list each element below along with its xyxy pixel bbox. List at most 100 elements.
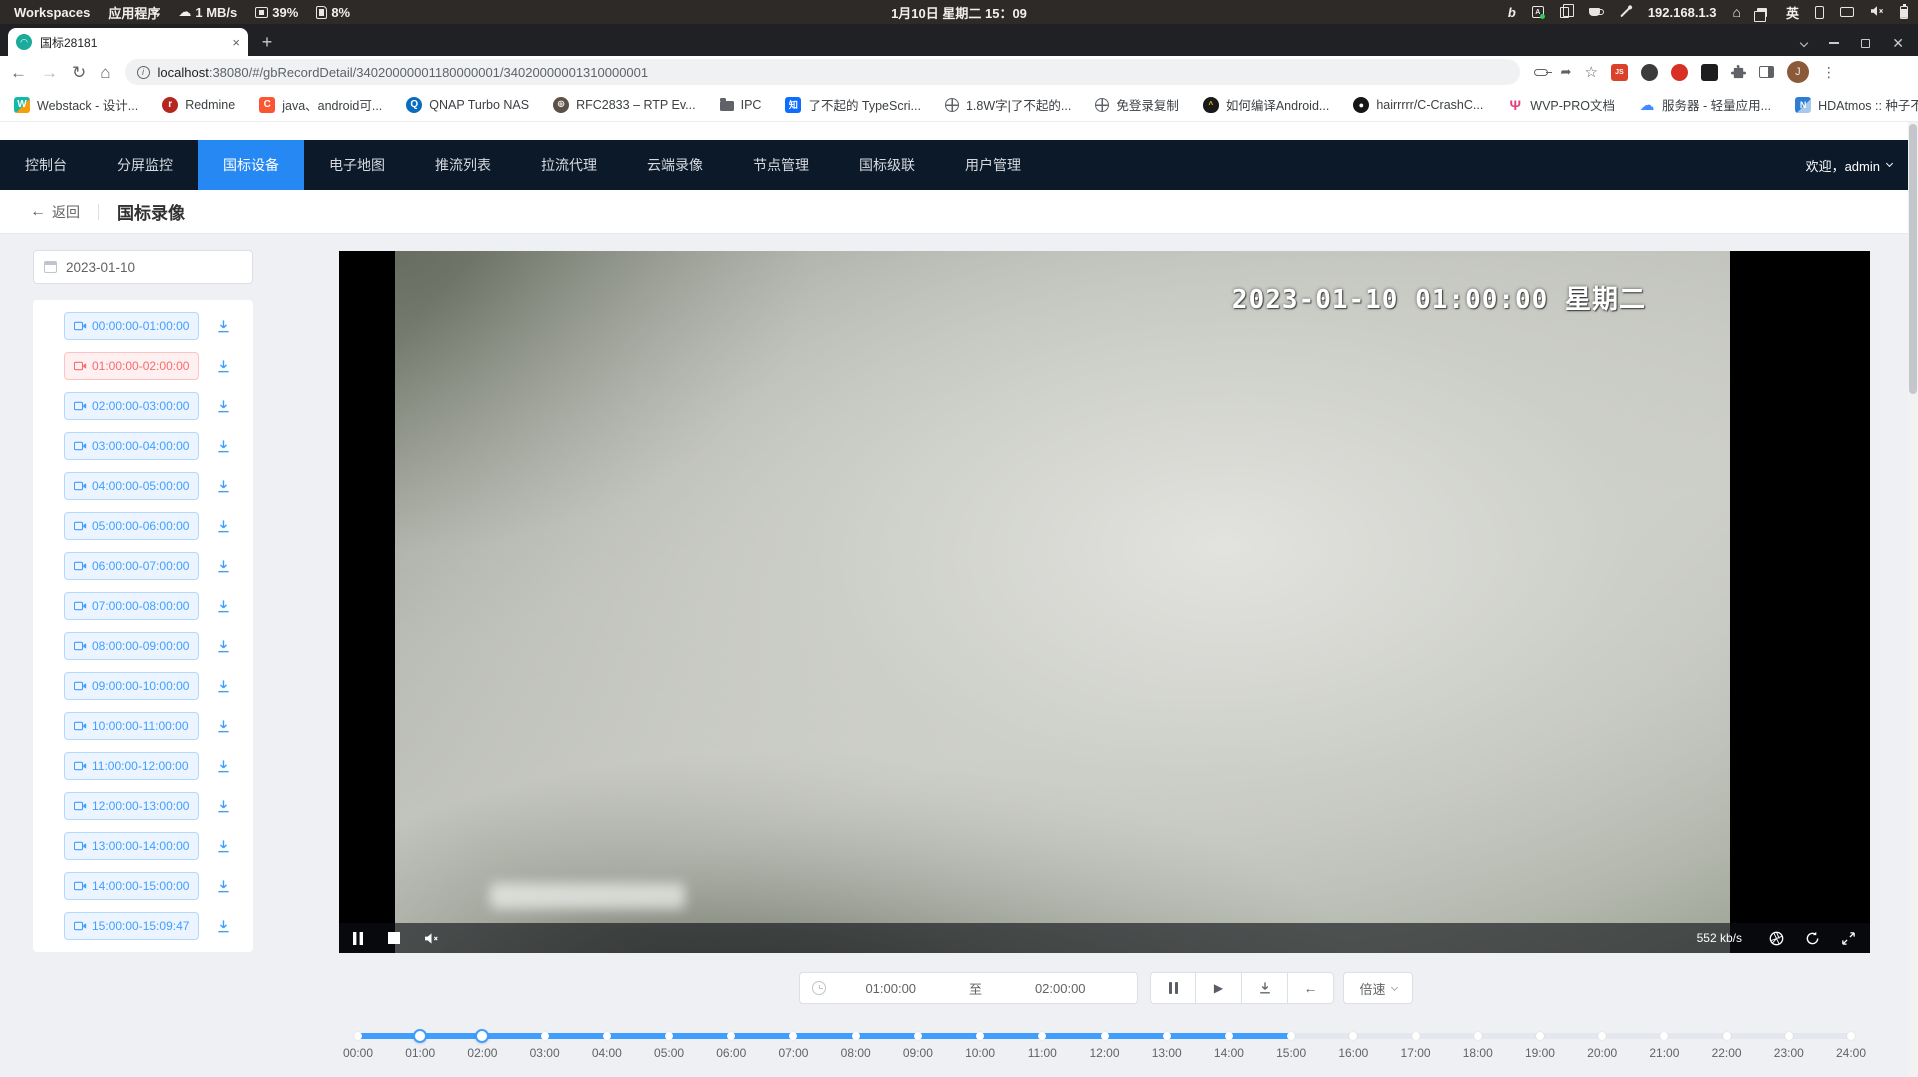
back-icon[interactable]: ← xyxy=(10,64,27,81)
timeline-hour-dot[interactable] xyxy=(665,1032,673,1040)
back-button[interactable]: ← 返回 xyxy=(30,202,80,222)
home-icon[interactable]: ⌂ xyxy=(1733,4,1741,20)
applications-button[interactable]: 应用程序 xyxy=(108,3,160,22)
record-range-button[interactable]: 11:00:00-12:00:00 xyxy=(64,752,199,780)
phone-icon[interactable] xyxy=(1815,6,1824,19)
timeline-handle[interactable] xyxy=(413,1029,427,1043)
record-range-button[interactable]: 12:00:00-13:00:00 xyxy=(64,792,199,820)
monitor-icon[interactable] xyxy=(1840,7,1854,17)
workspaces-button[interactable]: Workspaces xyxy=(14,5,90,20)
date-picker-input[interactable]: 2023-01-10 xyxy=(33,250,253,284)
b-tray-icon[interactable]: b xyxy=(1508,5,1516,20)
record-range-button[interactable]: 06:00:00-07:00:00 xyxy=(64,552,199,580)
timeline-hour-dot[interactable] xyxy=(354,1032,362,1040)
timeline-hour-dot[interactable] xyxy=(914,1032,922,1040)
download-icon[interactable] xyxy=(216,399,231,414)
bookmark-item[interactable]: NHDAtmos :: 种子不... xyxy=(1795,95,1918,114)
user-menu[interactable]: 欢迎，admin xyxy=(1806,140,1918,190)
bookmark-item[interactable]: ^如何编译Android... xyxy=(1203,95,1330,114)
record-range-button[interactable]: 04:00:00-05:00:00 xyxy=(64,472,199,500)
bookmark-item[interactable]: 免登录复制 xyxy=(1095,95,1179,114)
browser-home-icon[interactable]: ⌂ xyxy=(100,64,110,81)
bookmark-item[interactable]: ΨWVP-PRO文档 xyxy=(1507,95,1615,114)
coffee-cup-icon[interactable] xyxy=(1589,8,1600,16)
download-icon[interactable] xyxy=(216,799,231,814)
site-info-icon[interactable]: i xyxy=(137,66,150,79)
nav-item-10[interactable]: 用户管理 xyxy=(940,140,1046,190)
extension-black-icon[interactable] xyxy=(1701,64,1718,81)
bookmark-item[interactable]: ⊕RFC2833 – RTP Ev... xyxy=(553,97,696,113)
timeline-hour-dot[interactable] xyxy=(789,1032,797,1040)
windows-layers-icon[interactable] xyxy=(1757,8,1767,17)
record-range-button[interactable]: 08:00:00-09:00:00 xyxy=(64,632,199,660)
record-range-button[interactable]: 02:00:00-03:00:00 xyxy=(64,392,199,420)
record-range-button[interactable]: 07:00:00-08:00:00 xyxy=(64,592,199,620)
download-icon[interactable] xyxy=(216,559,231,574)
timeline-hour-dot[interactable] xyxy=(1101,1032,1109,1040)
bookmark-item[interactable]: ●hairrrrr/C-CrashC... xyxy=(1353,97,1483,113)
download-icon[interactable] xyxy=(216,759,231,774)
timeline-hour-dot[interactable] xyxy=(1723,1032,1731,1040)
timeline-hour-dot[interactable] xyxy=(1287,1032,1295,1040)
pause-button[interactable] xyxy=(1150,972,1196,1004)
bookmark-item[interactable]: ☁服务器 - 轻量应用... xyxy=(1639,95,1771,114)
download-icon[interactable] xyxy=(216,479,231,494)
nav-item-5[interactable]: 推流列表 xyxy=(410,140,516,190)
timeline-hour-dot[interactable] xyxy=(1412,1032,1420,1040)
video-player[interactable]: 2023-01-10 01:00:00 星期二 552 kb/s xyxy=(339,251,1870,953)
bookmark-item[interactable]: IPC xyxy=(720,98,762,112)
record-range-button[interactable]: 10:00:00-11:00:00 xyxy=(64,712,199,740)
extension-dark-icon[interactable] xyxy=(1641,64,1658,81)
nav-item-3[interactable]: 国标设备 xyxy=(198,140,304,190)
timeline-hour-dot[interactable] xyxy=(541,1032,549,1040)
bookmark-item[interactable]: Cjava、android可... xyxy=(259,95,382,114)
timeline-hour-dot[interactable] xyxy=(852,1032,860,1040)
timeline-handle[interactable] xyxy=(475,1029,489,1043)
download-button[interactable] xyxy=(1242,972,1288,1004)
fullscreen-icon[interactable] xyxy=(1841,931,1856,946)
maximize-icon[interactable] xyxy=(1861,39,1870,48)
download-icon[interactable] xyxy=(216,679,231,694)
timeline-hour-dot[interactable] xyxy=(1660,1032,1668,1040)
bookmark-item[interactable]: 1.8W字|了不起的... xyxy=(945,95,1071,114)
download-icon[interactable] xyxy=(216,919,231,934)
record-range-button[interactable]: 09:00:00-10:00:00 xyxy=(64,672,199,700)
download-icon[interactable] xyxy=(216,439,231,454)
seek-back-button[interactable]: ← xyxy=(1288,972,1334,1004)
nav-item-7[interactable]: 云端录像 xyxy=(622,140,728,190)
timeline-hour-dot[interactable] xyxy=(1163,1032,1171,1040)
download-icon[interactable] xyxy=(216,519,231,534)
color-picker-icon[interactable] xyxy=(1620,7,1631,18)
download-icon[interactable] xyxy=(216,879,231,894)
clock[interactable]: 1月10日 星期二 15：09 xyxy=(891,3,1027,22)
nav-item-9[interactable]: 国标级联 xyxy=(834,140,940,190)
address-bar[interactable]: i localhost:38080/#/gbRecordDetail/34020… xyxy=(125,59,1520,85)
nav-item-8[interactable]: 节点管理 xyxy=(728,140,834,190)
timeline-hour-dot[interactable] xyxy=(603,1032,611,1040)
player-mute-icon[interactable] xyxy=(424,932,439,945)
nav-item-4[interactable]: 电子地图 xyxy=(304,140,410,190)
timeline-hour-dot[interactable] xyxy=(1536,1032,1544,1040)
download-icon[interactable] xyxy=(216,599,231,614)
speed-dropdown[interactable]: 倍速 xyxy=(1343,972,1413,1004)
reload-icon[interactable]: ↻ xyxy=(72,64,86,81)
timeline-hour-dot[interactable] xyxy=(1038,1032,1046,1040)
new-tab-button[interactable]: + xyxy=(254,29,280,55)
timeline-hour-dot[interactable] xyxy=(1785,1032,1793,1040)
extensions-puzzle-icon[interactable] xyxy=(1731,65,1746,80)
player-stop-icon[interactable] xyxy=(388,932,400,944)
password-key-icon[interactable] xyxy=(1534,69,1548,76)
window-close-icon[interactable]: ✕ xyxy=(1892,36,1904,50)
record-range-button[interactable]: 14:00:00-15:00:00 xyxy=(64,872,199,900)
timeline-hour-dot[interactable] xyxy=(1349,1032,1357,1040)
nav-item-2[interactable]: 分屏监控 xyxy=(92,140,198,190)
timeline-hour-dot[interactable] xyxy=(1598,1032,1606,1040)
player-pause-icon[interactable] xyxy=(352,932,364,945)
browser-tab[interactable]: ◠ 国标28181 × xyxy=(8,28,248,56)
nav-item-6[interactable]: 拉流代理 xyxy=(516,140,622,190)
download-icon[interactable] xyxy=(216,639,231,654)
tab-search-icon[interactable] xyxy=(1800,39,1808,47)
extension-js-icon[interactable]: JS xyxy=(1611,64,1628,81)
record-range-button[interactable]: 13:00:00-14:00:00 xyxy=(64,832,199,860)
record-range-button[interactable]: 15:00:00-15:09:47 xyxy=(64,912,199,940)
